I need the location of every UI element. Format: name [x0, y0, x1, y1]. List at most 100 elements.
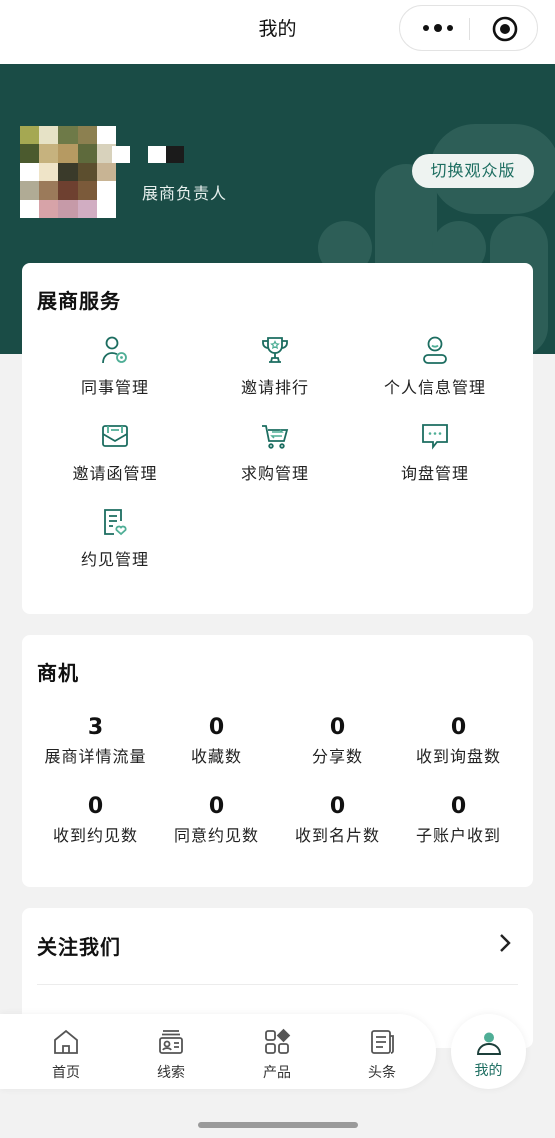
stat-value: 3: [87, 715, 104, 740]
opportunities-title: 商机: [37, 661, 79, 685]
service-label: 个人信息管理: [383, 378, 486, 397]
avatar-pixel: [96, 162, 116, 182]
avatar-pixel: [39, 126, 59, 145]
stat-label: 收到名片数: [294, 826, 380, 845]
services-card: 展商服务 同事管理 邀请排行 个人信息管理 邀请函管理 求购管理 询盘管理 约见…: [22, 263, 533, 614]
stat-value: 0: [329, 715, 346, 740]
stat-label: 收藏数: [190, 747, 242, 766]
user-role: 展商负责人: [142, 184, 228, 203]
avatar-pixel: [77, 181, 97, 200]
envelope-icon: [102, 425, 128, 447]
capsule-divider: [469, 18, 470, 40]
stat-value: 0: [329, 794, 346, 819]
news-icon: [371, 1030, 394, 1054]
tab-label: 我的: [474, 1063, 503, 1079]
tab-me[interactable]: 我的: [451, 1014, 526, 1089]
home-indicator: [198, 1122, 358, 1128]
tab-label: 线索: [157, 1065, 185, 1081]
service-personal-info[interactable]: 个人信息管理: [355, 335, 515, 398]
tab-bar: 首页 线索 产品 头条: [0, 1014, 436, 1089]
avatar-pixel: [96, 126, 116, 145]
switch-audience-button[interactable]: 切换观众版: [412, 154, 534, 188]
avatar-pixel: [58, 144, 78, 163]
home-icon: [54, 1029, 78, 1054]
stat-favorites[interactable]: 0 收藏数: [156, 716, 277, 767]
avatar-pixel: [58, 199, 78, 218]
user-info-icon: [423, 336, 447, 364]
service-label: 求购管理: [240, 464, 309, 483]
stat-shares[interactable]: 0 分享数: [277, 716, 398, 767]
tab-label: 产品: [263, 1065, 291, 1081]
tab-label: 首页: [52, 1065, 80, 1081]
service-invite-ranking[interactable]: 邀请排行: [195, 335, 355, 398]
stat-value: 0: [450, 715, 467, 740]
appointment-icon: [104, 509, 127, 536]
service-label: 邀请排行: [240, 378, 309, 397]
avatar-pixel: [58, 181, 78, 200]
stat-value: 0: [208, 794, 225, 819]
avatar-pixel: [20, 162, 40, 182]
tab-label: 头条: [368, 1065, 396, 1081]
stat-inquiries[interactable]: 0 收到询盘数: [398, 716, 519, 767]
chevron-right-icon: [500, 934, 511, 952]
stat-label: 子账户收到: [415, 826, 501, 845]
follow-us-label: 关注我们: [37, 935, 121, 959]
profile-icon: [476, 1032, 501, 1055]
stat-value: 0: [450, 794, 467, 819]
service-label: 询盘管理: [400, 464, 469, 483]
service-label: 邀请函管理: [72, 464, 158, 483]
tab-home[interactable]: 首页: [31, 1028, 101, 1082]
avatar-pixel: [58, 126, 78, 145]
close-miniprogram-icon[interactable]: [491, 15, 519, 43]
services-title: 展商服务: [37, 289, 121, 313]
opportunities-card: 商机 3 展商详情流量 0 收藏数 0 分享数 0 收到询盘数 0 收到约见数 …: [22, 635, 533, 887]
avatar-pixel: [20, 144, 40, 163]
avatar-pixel: [39, 199, 59, 218]
stat-label: 分享数: [311, 747, 363, 766]
stat-label: 同意约见数: [173, 826, 259, 845]
stat-label: 展商详情流量: [44, 747, 147, 766]
avatar-pixel: [96, 181, 116, 200]
service-inquiry[interactable]: 询盘管理: [355, 421, 515, 484]
avatar-pixel: [77, 162, 97, 182]
avatar-pixel: [77, 199, 97, 218]
stat-label: 收到约见数: [52, 826, 138, 845]
service-colleague[interactable]: 同事管理: [35, 335, 195, 398]
more-icon[interactable]: [420, 16, 456, 40]
avatar-pixel: [77, 144, 97, 163]
stat-meetings-accepted[interactable]: 0 同意约见数: [156, 795, 277, 846]
stat-cards-received[interactable]: 0 收到名片数: [277, 795, 398, 846]
stat-value: 0: [87, 794, 104, 819]
avatar-pixel: [20, 199, 40, 218]
tab-leads[interactable]: 线索: [136, 1028, 206, 1082]
cart-icon: [262, 425, 289, 449]
stat-meetings-received[interactable]: 0 收到约见数: [35, 795, 156, 846]
service-label: 约见管理: [80, 550, 149, 569]
avatar-pixel: [20, 181, 40, 200]
service-label: 同事管理: [80, 378, 149, 397]
avatar-pixel: [39, 162, 59, 182]
avatar-pixel: [58, 162, 78, 182]
leads-icon: [159, 1030, 183, 1054]
follow-us-row[interactable]: 关注我们: [37, 928, 518, 968]
divider: [37, 984, 518, 985]
stat-label: 收到询盘数: [415, 747, 501, 766]
avatar[interactable]: [20, 126, 116, 218]
avatar-pixel: [20, 126, 40, 145]
avatar-pixel: [77, 126, 97, 145]
avatar-pixel: [96, 199, 116, 218]
miniprogram-capsule: [399, 5, 538, 51]
tab-product[interactable]: 产品: [242, 1028, 312, 1082]
service-purchase[interactable]: 求购管理: [195, 421, 355, 484]
chat-icon: [422, 424, 448, 450]
service-appointment[interactable]: 约见管理: [35, 507, 195, 570]
colleague-icon: [102, 336, 127, 364]
stat-subaccount[interactable]: 0 子账户收到: [398, 795, 519, 846]
navigation-bar: 我的: [0, 0, 555, 64]
tab-news[interactable]: 头条: [347, 1028, 417, 1082]
product-icon: [265, 1028, 291, 1054]
service-invitation[interactable]: 邀请函管理: [35, 421, 195, 484]
stat-value: 0: [208, 715, 225, 740]
avatar-pixel: [39, 144, 59, 163]
stat-detail-traffic[interactable]: 3 展商详情流量: [35, 716, 156, 767]
